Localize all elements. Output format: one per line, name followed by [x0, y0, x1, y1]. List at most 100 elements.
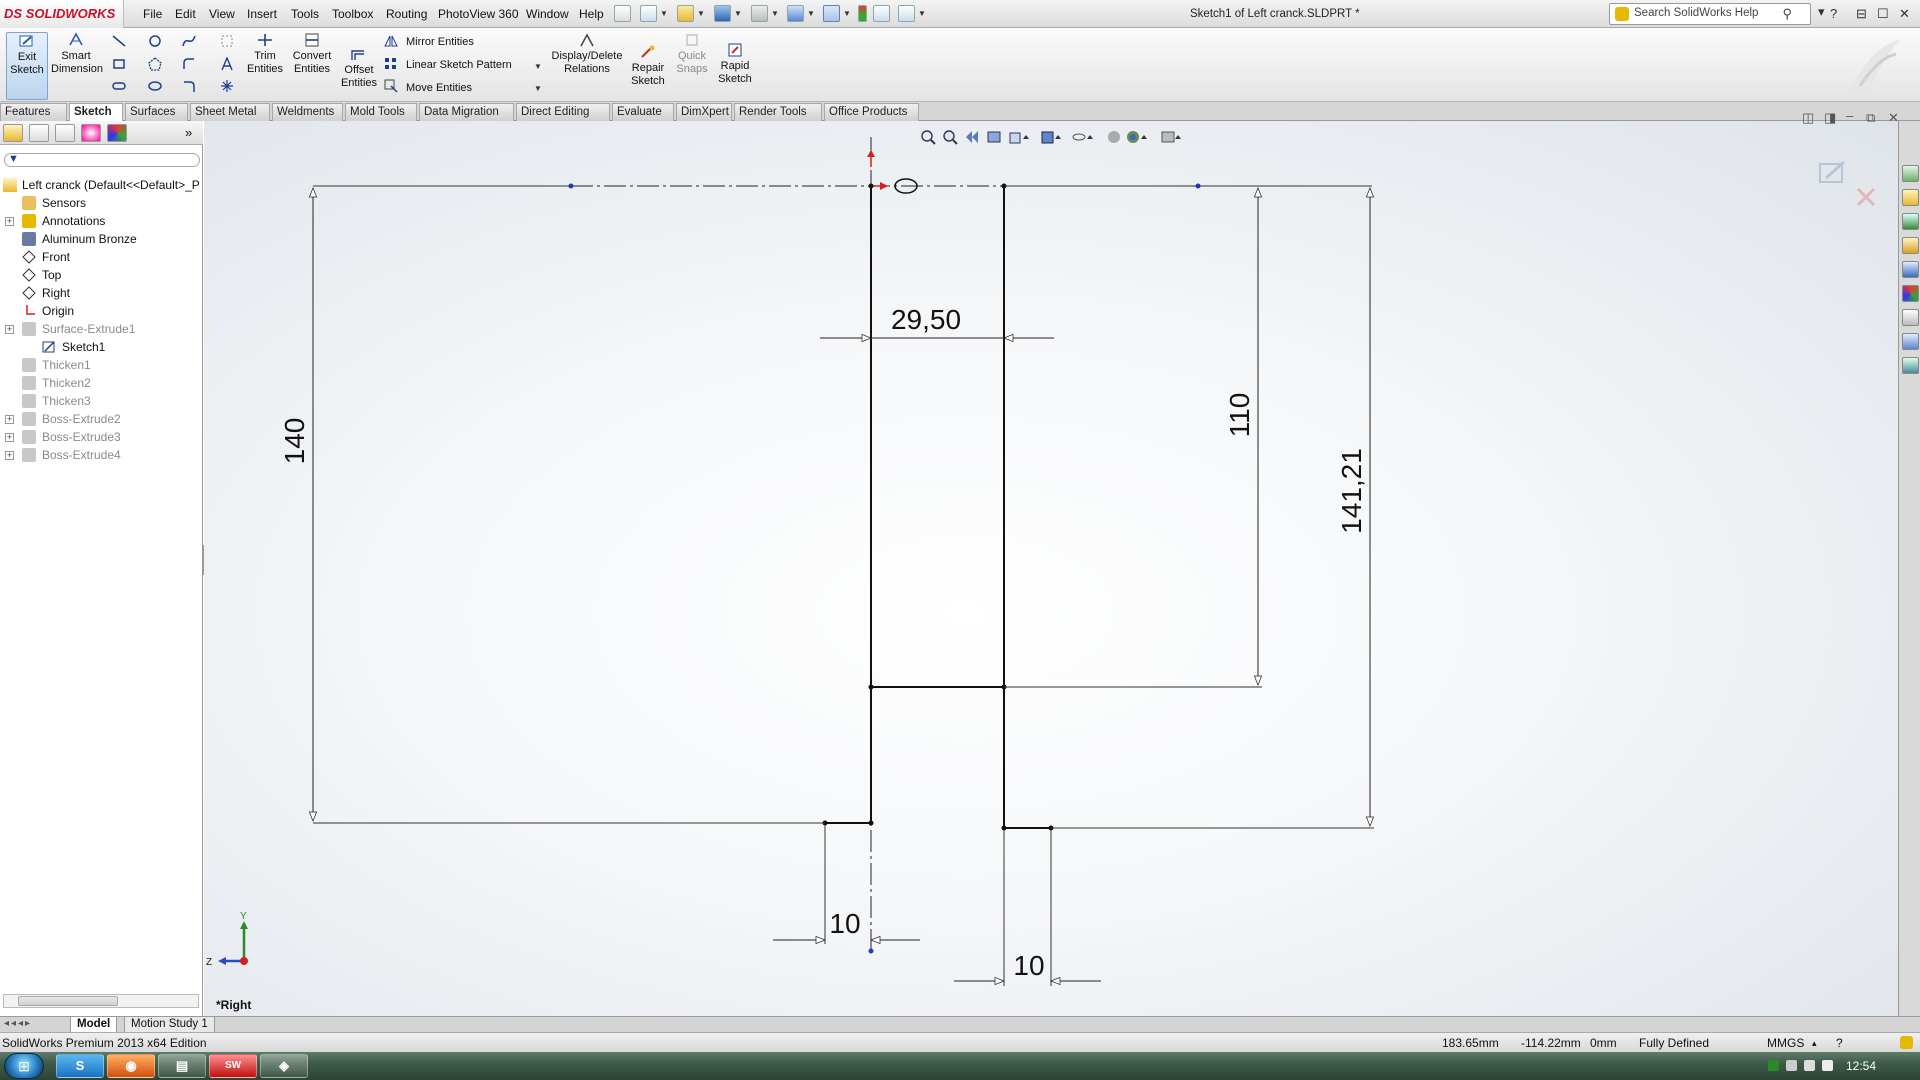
- feature-manager-tab-icon[interactable]: [3, 124, 23, 142]
- tree-filter-input[interactable]: ▼: [4, 153, 200, 167]
- ellipse-icon[interactable]: [148, 79, 162, 93]
- previous-view-icon[interactable]: [964, 129, 980, 145]
- viewport-tile-icon[interactable]: ◫: [1802, 110, 1814, 126]
- zoom-to-area-icon[interactable]: [942, 129, 958, 145]
- tab-features[interactable]: Features: [0, 103, 67, 121]
- tray-battery-icon[interactable]: [1804, 1060, 1815, 1071]
- tab-sheet-metal[interactable]: Sheet Metal: [190, 103, 270, 121]
- menu-view[interactable]: View: [209, 7, 235, 21]
- apply-scene-icon[interactable]: [1126, 129, 1150, 145]
- menu-help[interactable]: Help: [579, 7, 604, 21]
- expand-icon[interactable]: +: [5, 415, 14, 424]
- tree-item-right[interactable]: Right: [0, 284, 200, 302]
- tree-item-thicken1[interactable]: Thicken1: [0, 356, 200, 374]
- spline-icon[interactable]: [182, 34, 196, 48]
- new-document-icon[interactable]: [640, 5, 657, 22]
- zoom-to-fit-icon[interactable]: [920, 129, 936, 145]
- scrollbar-thumb[interactable]: [18, 996, 118, 1006]
- undo-icon[interactable]: [787, 5, 804, 22]
- expand-panel-icon[interactable]: »: [185, 125, 192, 140]
- home-icon[interactable]: [1902, 189, 1919, 206]
- file-explorer-icon[interactable]: [1902, 237, 1919, 254]
- panel-horizontal-scrollbar[interactable]: [3, 994, 199, 1008]
- tree-item-thicken3[interactable]: Thicken3: [0, 392, 200, 410]
- smart-dimension-button[interactable]: Smart Dimension: [51, 32, 103, 76]
- design-library-icon[interactable]: [1902, 213, 1919, 230]
- units-up-arrow-icon[interactable]: ▴: [1812, 1038, 1817, 1049]
- tab-data-migration[interactable]: Data Migration: [419, 103, 514, 121]
- solidworks-forum-icon[interactable]: [1902, 333, 1919, 350]
- expand-icon[interactable]: +: [5, 433, 14, 442]
- chevron-down-icon[interactable]: ▼: [843, 9, 851, 18]
- display-delete-relations-button[interactable]: Display/Delete Relations: [551, 32, 623, 76]
- search-dropdown-icon[interactable]: ▾: [1818, 4, 1825, 20]
- viewport-minimize-icon[interactable]: ‒: [1846, 108, 1853, 123]
- quick-snaps-button[interactable]: Quick Snaps: [672, 32, 712, 76]
- menu-tools[interactable]: Tools: [291, 7, 319, 21]
- unit-system-selector[interactable]: MMGS: [1767, 1036, 1804, 1050]
- pin-icon[interactable]: [614, 5, 631, 22]
- menu-file[interactable]: File: [143, 7, 162, 21]
- move-entities-button[interactable]: Move Entities: [406, 82, 472, 94]
- search-icon[interactable]: ⚲: [1782, 6, 1792, 22]
- taskbar-skype[interactable]: S: [56, 1054, 104, 1078]
- chevron-down-icon[interactable]: ▼: [534, 62, 542, 71]
- start-button[interactable]: ⊞: [4, 1053, 44, 1079]
- search-input[interactable]: Search SolidWorks Help ⚲: [1609, 3, 1811, 25]
- tab-surfaces[interactable]: Surfaces: [125, 103, 188, 121]
- expand-icon[interactable]: +: [5, 325, 14, 334]
- taskbar-solidworks[interactable]: SW: [209, 1054, 257, 1078]
- solidworks-resources-icon[interactable]: [1902, 165, 1919, 182]
- tab-model[interactable]: Model: [70, 1017, 118, 1033]
- taskbar-app[interactable]: ◈: [260, 1054, 308, 1078]
- tree-item-sensors[interactable]: Sensors: [0, 194, 200, 212]
- rebuild-icon[interactable]: [858, 5, 867, 22]
- viewport-restore-icon[interactable]: ⧉: [1866, 110, 1875, 126]
- tab-direct-editing[interactable]: Direct Editing: [516, 103, 610, 121]
- display-style-icon[interactable]: [1040, 129, 1064, 145]
- tray-network-icon[interactable]: [1768, 1060, 1779, 1071]
- save-icon[interactable]: [714, 5, 731, 22]
- taskbar-explorer[interactable]: ▤: [158, 1054, 206, 1078]
- print-icon[interactable]: [751, 5, 768, 22]
- tree-item-front[interactable]: Front: [0, 248, 200, 266]
- expand-icon[interactable]: +: [5, 451, 14, 460]
- tab-office-products[interactable]: Office Products: [824, 103, 919, 121]
- section-view-icon[interactable]: [986, 129, 1002, 145]
- tree-item-top[interactable]: Top: [0, 266, 200, 284]
- tree-item-sketch1[interactable]: Sketch1: [0, 338, 200, 356]
- tree-item-surface-extrude1[interactable]: + Surface-Extrude1: [0, 320, 200, 338]
- tray-flag-icon[interactable]: [1786, 1060, 1797, 1071]
- tab-scroll-arrows-icon[interactable]: ◂◂◂▸: [4, 1018, 32, 1029]
- tree-item-boss-extrude4[interactable]: + Boss-Extrude4: [0, 446, 200, 464]
- tree-item-thicken2[interactable]: Thicken2: [0, 374, 200, 392]
- rectangle-icon[interactable]: [112, 57, 126, 71]
- dimxpert-tab-icon[interactable]: [81, 124, 101, 142]
- chevron-down-icon[interactable]: ▼: [807, 9, 815, 18]
- display-manager-tab-icon[interactable]: [107, 124, 127, 142]
- expand-icon[interactable]: +: [5, 217, 14, 226]
- circle-icon[interactable]: [148, 34, 162, 48]
- menu-toolbox[interactable]: Toolbox: [332, 7, 373, 21]
- viewport-split-icon[interactable]: ◨: [1824, 110, 1836, 126]
- taskbar-clock[interactable]: 12:54: [1846, 1059, 1876, 1073]
- rebuild-status-icon[interactable]: [1900, 1036, 1913, 1049]
- custom-properties-icon[interactable]: [1902, 309, 1919, 326]
- property-manager-tab-icon[interactable]: [29, 124, 49, 142]
- tab-sketch[interactable]: Sketch: [69, 103, 123, 122]
- chevron-down-icon[interactable]: ▼: [697, 9, 705, 18]
- trim-entities-button[interactable]: Trim Entities: [246, 32, 284, 76]
- line-icon[interactable]: [112, 34, 126, 48]
- repair-sketch-button[interactable]: Repair Sketch: [628, 44, 668, 88]
- chevron-down-icon[interactable]: ▼: [771, 9, 779, 18]
- help-icon[interactable]: ?: [1830, 6, 1837, 21]
- menu-window[interactable]: Window: [526, 7, 569, 21]
- view-settings-icon[interactable]: [1160, 129, 1184, 145]
- exit-sketch-button[interactable]: Exit Sketch: [6, 32, 48, 100]
- view-orientation-icon[interactable]: [1008, 129, 1032, 145]
- sketch-fillet-icon[interactable]: [182, 57, 196, 71]
- select-arrow-icon[interactable]: [823, 5, 840, 22]
- chevron-down-icon[interactable]: ▼: [534, 84, 542, 93]
- tab-render-tools[interactable]: Render Tools: [734, 103, 822, 121]
- rapid-sketch-button[interactable]: Rapid Sketch: [715, 42, 755, 86]
